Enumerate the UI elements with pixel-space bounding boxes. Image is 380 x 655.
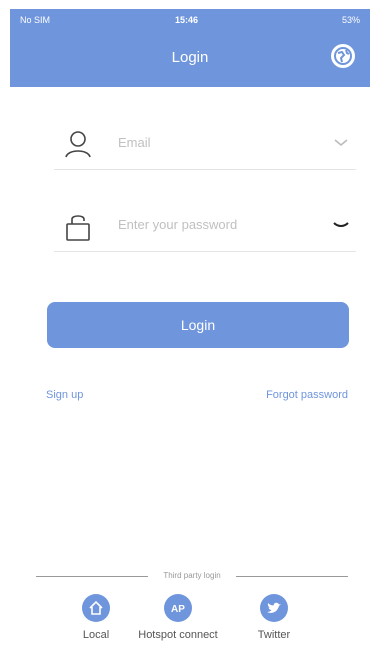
hotspot-label: Hotspot connect [138,629,218,641]
divider-line [236,576,348,577]
password-placeholder: Enter your password [118,217,238,232]
local-label: Local [82,629,110,641]
globe-icon[interactable] [330,43,356,69]
twitter-login-button[interactable]: Twitter [230,593,318,641]
forgot-password-link[interactable]: Forgot password [266,389,348,401]
lock-icon [66,215,90,241]
app-header: No SIM 15:46 53% Login [10,9,370,87]
home-icon [82,594,110,622]
status-bar: No SIM 15:46 53% [10,9,370,31]
twitter-label: Twitter [257,629,291,641]
email-field[interactable]: Email [54,118,356,170]
divider-line [36,576,148,577]
signup-link[interactable]: Sign up [46,389,83,401]
clock: 15:46 [175,15,199,25]
third-party-label: Third party login [163,571,221,580]
page-title: Login [171,49,209,66]
hotspot-connect-button[interactable]: AP Hotspot connect [134,593,222,641]
local-login-button[interactable]: Local [52,593,140,641]
ap-icon: AP [164,594,192,622]
ap-icon-text: AP [171,604,185,615]
password-field[interactable]: Enter your password [54,200,356,252]
eye-closed-icon[interactable] [332,216,350,232]
chevron-down-icon[interactable] [332,134,350,150]
login-button[interactable]: Login [47,302,349,348]
third-party-divider: Third party login [36,570,348,584]
user-icon [65,131,91,158]
twitter-icon [260,594,288,622]
carrier-label: No SIM [20,15,51,25]
battery-level: 53% [341,15,360,25]
email-placeholder: Email [118,135,151,150]
